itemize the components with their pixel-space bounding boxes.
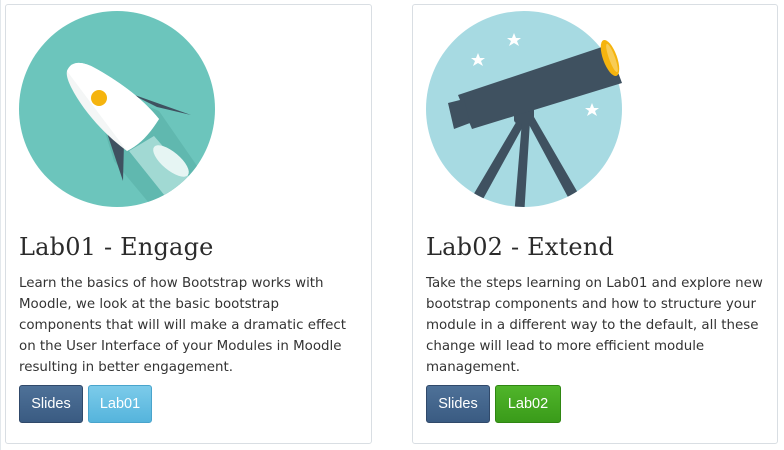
- card-title: Lab02 - Extend: [426, 233, 615, 261]
- lab02-button[interactable]: Lab02: [495, 385, 561, 423]
- card-actions: Slides Lab02: [426, 385, 561, 423]
- rocket-icon: [19, 11, 215, 207]
- card-description: Take the steps learning on Lab01 and exp…: [426, 276, 763, 375]
- course-card-lab02: Lab02 - Extend Take the steps learning o…: [412, 4, 778, 444]
- card-actions: Slides Lab01: [19, 385, 152, 423]
- card-description: Learn the basics of how Bootstrap works …: [19, 276, 347, 375]
- page-left-border: [0, 0, 1, 450]
- course-card-lab01: Lab01 - Engage Learn the basics of how B…: [5, 4, 372, 444]
- slides-button[interactable]: Slides: [19, 385, 83, 423]
- lab01-button[interactable]: Lab01: [88, 385, 152, 423]
- card-title: Lab01 - Engage: [19, 233, 214, 261]
- slides-button[interactable]: Slides: [426, 385, 490, 423]
- telescope-icon: [426, 11, 622, 207]
